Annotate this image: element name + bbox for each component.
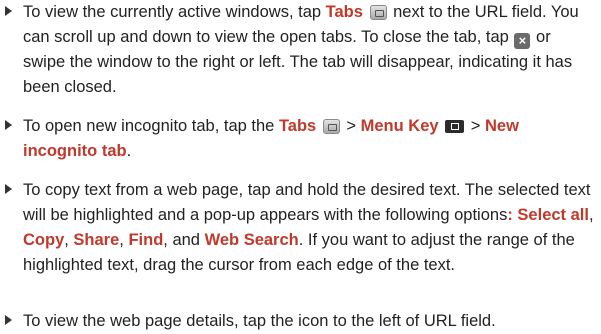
text-segment: To view the currently active windows, ta… — [23, 3, 326, 21]
manual-page: To view the currently active windows, ta… — [0, 0, 601, 334]
web-search-term: Web Search — [204, 231, 299, 249]
select-all-term: Select all — [517, 206, 589, 224]
bullet-item-copy-text: To copy text from a web page, tap and ho… — [5, 178, 595, 278]
bullet-arrow-icon — [5, 184, 12, 194]
separator: > — [341, 117, 361, 135]
close-icon: × — [514, 33, 531, 49]
menu-key-term: Menu Key — [360, 117, 439, 135]
text-segment: . — [126, 142, 132, 160]
find-term: Find — [128, 231, 164, 249]
tabs-icon — [322, 119, 340, 134]
separator: , — [588, 206, 594, 224]
tabs-term: Tabs — [278, 117, 317, 135]
share-term: Share — [73, 231, 120, 249]
colon: : — [507, 206, 518, 224]
bullet-item-view-tabs: To view the currently active windows, ta… — [5, 0, 595, 100]
bullet-item-page-details: To view the web page details, tap the ic… — [5, 309, 595, 334]
tabs-icon — [369, 5, 387, 20]
separator: , and — [163, 231, 205, 249]
bullet-text: To copy text from a web page, tap and ho… — [23, 178, 595, 278]
bullet-arrow-icon — [5, 120, 12, 130]
text-segment: To open new incognito tab, tap the — [23, 117, 279, 135]
copy-term: Copy — [23, 231, 65, 249]
bullet-arrow-icon — [5, 6, 12, 16]
separator: > — [466, 117, 485, 135]
tabs-term: Tabs — [325, 3, 363, 21]
text-segment: To view the web page details, tap the ic… — [23, 312, 496, 330]
bullet-arrow-icon — [5, 315, 12, 325]
bullet-item-incognito: To open new incognito tab, tap the Tabs … — [5, 114, 595, 164]
menu-key-icon — [445, 120, 465, 133]
bullet-text: To open new incognito tab, tap the Tabs … — [23, 114, 595, 164]
bullet-text: To view the web page details, tap the ic… — [23, 309, 595, 334]
bullet-text: To view the currently active windows, ta… — [23, 0, 595, 100]
text-segment: To copy text from a web page, tap and ho… — [23, 181, 591, 224]
